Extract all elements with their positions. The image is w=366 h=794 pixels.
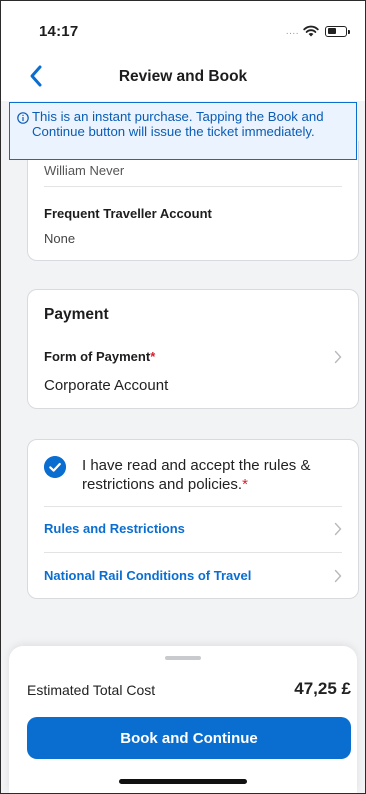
chevron-right-icon[interactable] bbox=[334, 350, 342, 364]
estimated-total-label: Estimated Total Cost bbox=[27, 682, 156, 698]
required-mark: * bbox=[150, 349, 156, 364]
frequent-traveller-value: None bbox=[44, 231, 76, 246]
instant-purchase-banner: This is an instant purchase. Tapping the… bbox=[9, 102, 357, 160]
payment-card[interactable]: Payment Form of Payment* Corporate Accou… bbox=[27, 289, 359, 409]
policy-card: I have read and accept the rules & restr… bbox=[27, 439, 359, 599]
payment-title: Payment bbox=[44, 306, 109, 323]
frequent-traveller-label: Frequent Traveller Account bbox=[44, 206, 212, 221]
rail-conditions-link[interactable]: National Rail Conditions of Travel bbox=[44, 568, 251, 583]
phone-screen: 14:17 .... Review and Book William Never… bbox=[0, 0, 366, 794]
required-mark: * bbox=[242, 476, 248, 493]
form-of-payment-label: Form of Payment* bbox=[44, 349, 156, 364]
form-of-payment-value: Corporate Account bbox=[44, 377, 169, 394]
status-time: 14:17 bbox=[39, 23, 79, 40]
wifi-icon bbox=[303, 25, 319, 37]
battery-icon bbox=[325, 25, 350, 37]
book-and-continue-button[interactable]: Book and Continue bbox=[27, 717, 351, 759]
estimated-total-value: 47,25 £ bbox=[294, 679, 351, 698]
info-icon bbox=[17, 112, 29, 124]
status-bar: 14:17 .... bbox=[1, 1, 365, 53]
status-icons: .... bbox=[285, 25, 350, 37]
checkbox-checked[interactable] bbox=[44, 456, 66, 478]
signal-dots: .... bbox=[285, 25, 299, 37]
banner-text: This is an instant purchase. Tapping the… bbox=[32, 109, 324, 139]
chevron-right-icon[interactable] bbox=[334, 569, 342, 583]
bottom-sheet: Estimated Total Cost 47,25 £ Book and Co… bbox=[9, 646, 357, 793]
divider bbox=[44, 186, 342, 187]
rules-restrictions-link[interactable]: Rules and Restrictions bbox=[44, 521, 185, 536]
chevron-right-icon[interactable] bbox=[334, 522, 342, 536]
divider bbox=[44, 552, 342, 553]
sheet-grabber[interactable] bbox=[165, 656, 201, 660]
traveller-name: William Never bbox=[44, 163, 125, 178]
page-title: Review and Book bbox=[118, 68, 248, 85]
nav-bar: Review and Book bbox=[1, 53, 365, 101]
accept-rules-text: I have read and accept the rules & restr… bbox=[82, 457, 311, 493]
home-indicator bbox=[119, 779, 247, 784]
divider bbox=[44, 506, 342, 507]
